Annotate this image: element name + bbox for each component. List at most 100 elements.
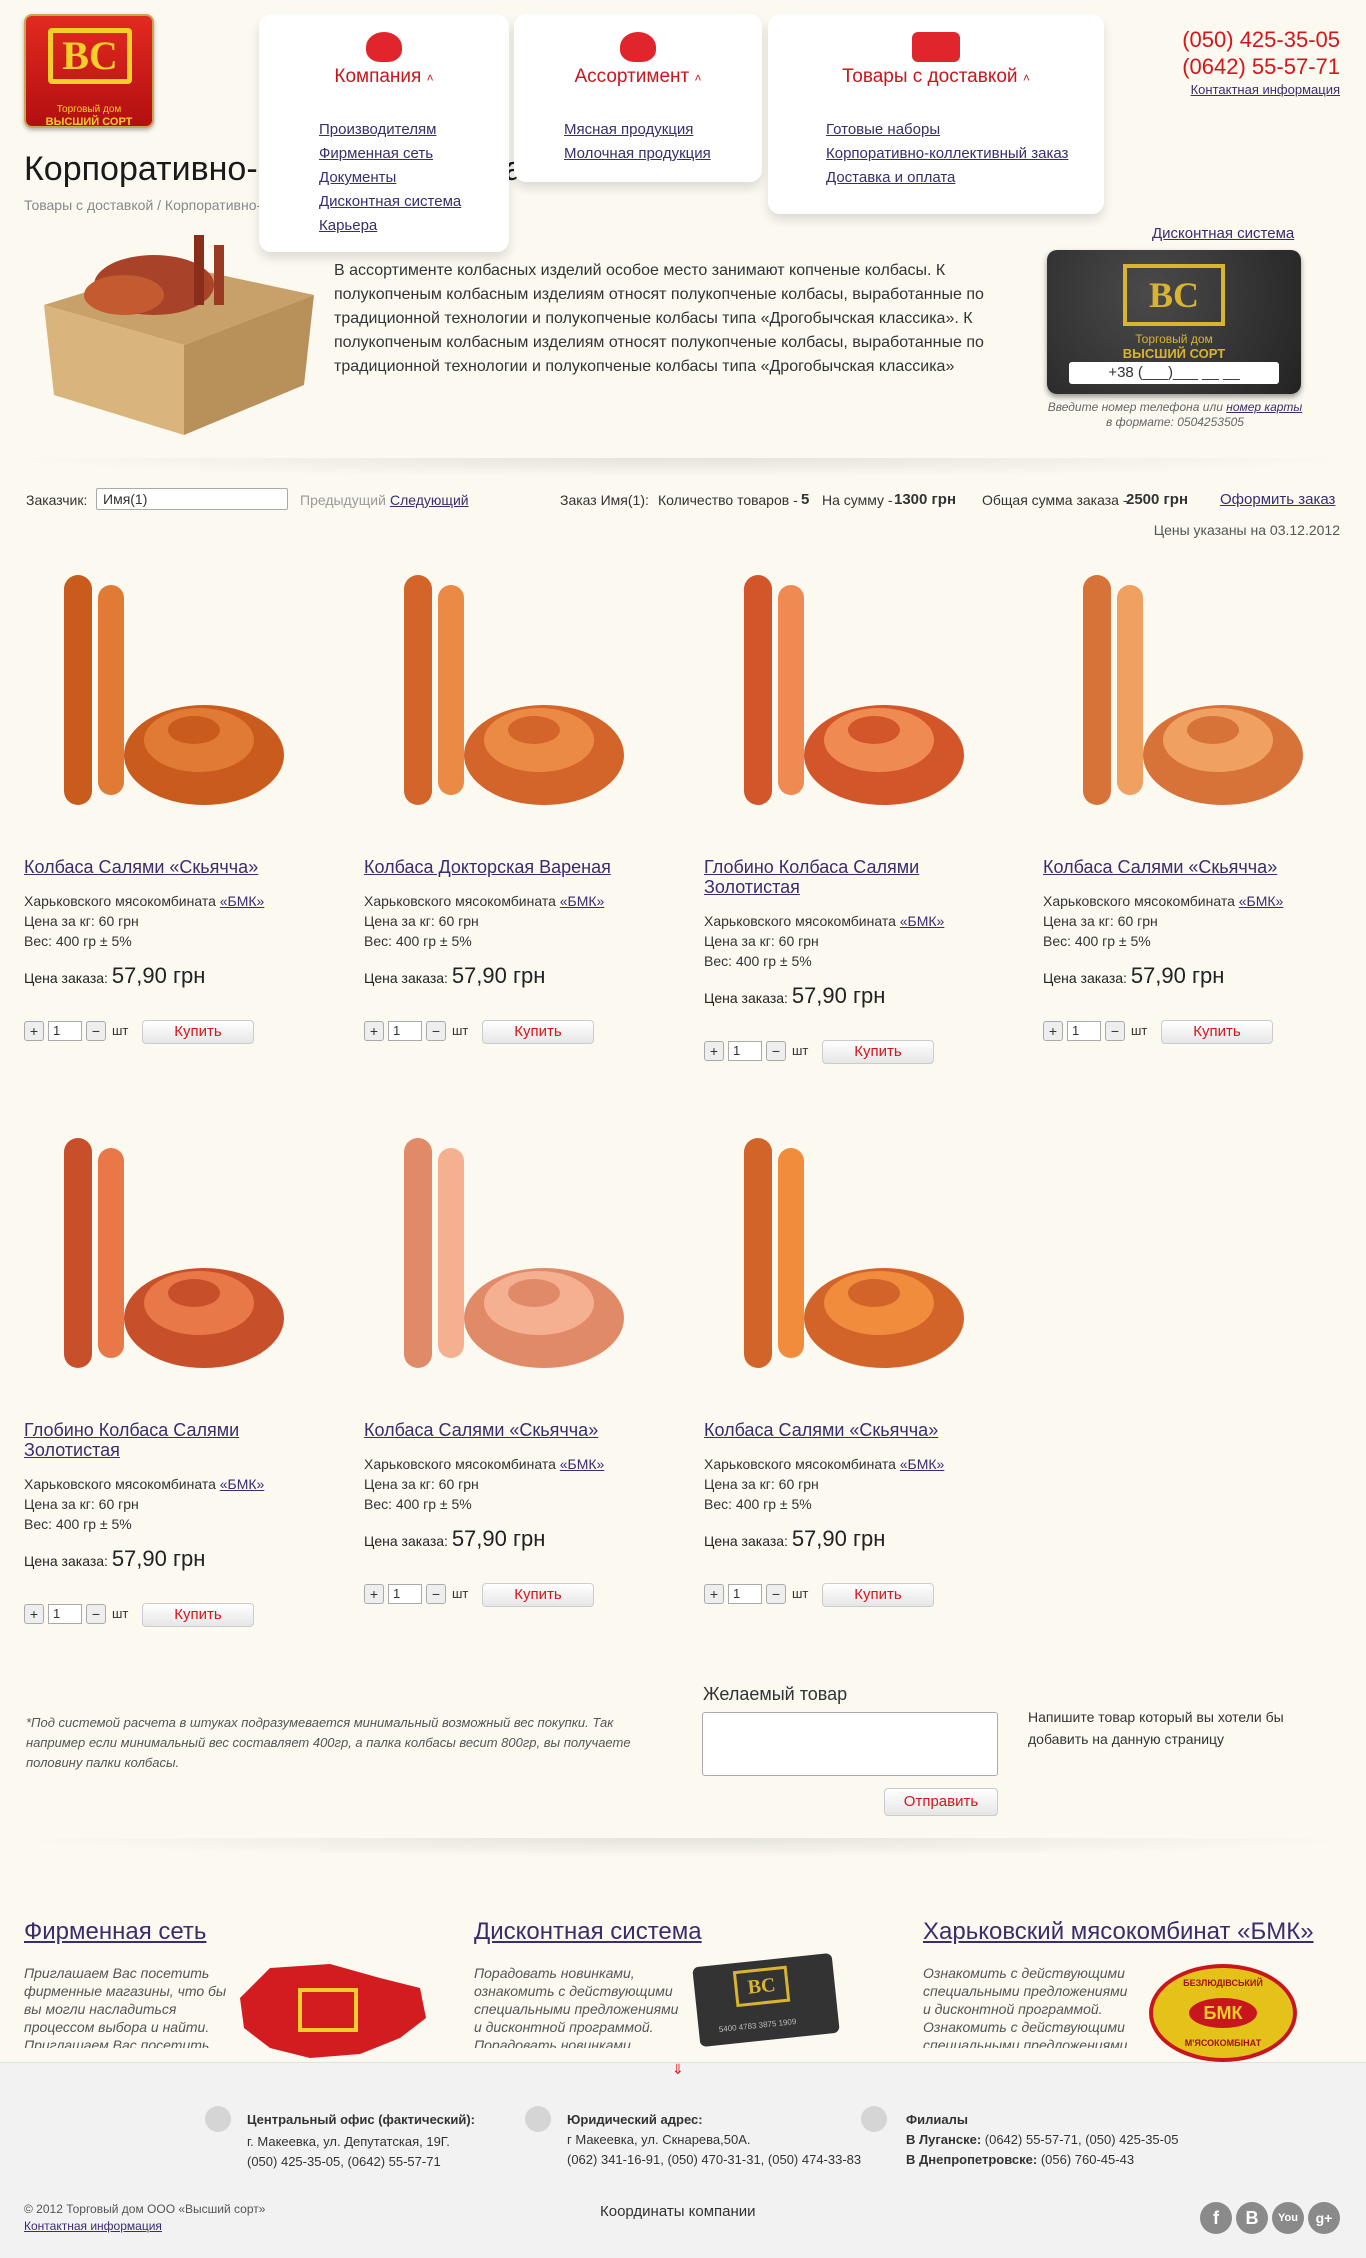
increment-button[interactable]: + (1043, 1021, 1063, 1041)
product-name[interactable]: Колбаса Салями «Скьяччa» (704, 1420, 1004, 1440)
wish-textarea[interactable] (702, 1712, 998, 1776)
bmk-seal-image: БЕЗЛЮДІВСЬКИЙ БМК М'ЯСОКОМБІНАТ (1149, 1964, 1297, 2062)
increment-button[interactable]: + (24, 1604, 44, 1624)
facebook-icon[interactable]: f (1200, 2202, 1232, 2234)
promo-bmk-title[interactable]: Харьковский мясокомбинат «БМК» (923, 1918, 1314, 1945)
nav-item-producers[interactable]: Производителям (319, 121, 436, 138)
nav-delivery[interactable]: Товары с доставкой ˄ Готовые наборы Корп… (768, 14, 1104, 214)
quantity-input[interactable]: 1 (388, 1584, 422, 1604)
product-name[interactable]: Колбаса Салями «Скьяччa» (364, 1420, 664, 1440)
nav-item-career[interactable]: Карьера (319, 217, 377, 234)
order-name: Заказ Имя(1): (560, 492, 649, 508)
footer-contact-link[interactable]: Контактная информация (24, 2219, 162, 2233)
nav-company-title[interactable]: Компания ˄ (259, 66, 509, 88)
product-order-price: Цена заказа: 57,90 грн (364, 963, 546, 988)
increment-button[interactable]: + (24, 1021, 44, 1041)
expand-chevron-icon[interactable]: ⇓ (672, 2061, 684, 2078)
nav-assortment-title[interactable]: Ассортимент ˄ (514, 66, 762, 88)
nav-item-dairy[interactable]: Молочная продукция (564, 145, 711, 162)
brand-link[interactable]: «БМК» (220, 893, 265, 909)
phone-input[interactable]: +38 (___)___ __ __ (1069, 362, 1279, 384)
decrement-button[interactable]: − (86, 1021, 106, 1041)
product-price-kg: Цена за кг: 60 грн (24, 1496, 139, 1512)
buy-button[interactable]: Купить (142, 1603, 254, 1627)
buy-button[interactable]: Купить (822, 1583, 934, 1607)
customer-input[interactable]: Имя(1) (96, 488, 288, 510)
youtube-icon[interactable]: You (1272, 2202, 1304, 2234)
brand-link[interactable]: «БМК» (900, 1456, 945, 1472)
vkontakte-icon[interactable]: B (1236, 2202, 1268, 2234)
customer-label: Заказчик: (26, 492, 88, 508)
nav-item-network[interactable]: Фирменная сеть (319, 145, 433, 162)
unit-label: шт (792, 1586, 809, 1601)
brand-link[interactable]: «БМК» (1239, 893, 1284, 909)
buy-button[interactable]: Купить (142, 1020, 254, 1044)
brand-link[interactable]: «БМК» (560, 893, 605, 909)
product-weight: Вес: 400 гр ± 5% (24, 1516, 132, 1532)
promo-network-title[interactable]: Фирменная сеть (24, 1918, 206, 1945)
promo-discount-title[interactable]: Дисконтная система (474, 1918, 702, 1945)
nav-item-sets[interactable]: Готовые наборы (826, 121, 940, 138)
ukraine-map-image (240, 1964, 426, 2058)
decrement-button[interactable]: − (426, 1021, 446, 1041)
buy-button[interactable]: Купить (482, 1583, 594, 1607)
increment-button[interactable]: + (704, 1584, 724, 1604)
site-logo[interactable]: ВС Торговый дом ВЫСШИЙ СОРТ (24, 14, 154, 128)
product-image (64, 575, 284, 805)
product-name[interactable]: Колбаса Докторская Вареная (364, 857, 664, 877)
nav-item-meat[interactable]: Мясная продукция (564, 121, 693, 138)
next-link[interactable]: Следующий (390, 492, 469, 508)
decrement-button[interactable]: − (86, 1604, 106, 1624)
product-name[interactable]: Колбаса Салями «Скьяччa» (24, 857, 324, 877)
company-coords-link[interactable]: Координаты компании (600, 2203, 756, 2220)
product-weight: Вес: 400 гр ± 5% (704, 953, 812, 969)
card-logo-mark: ВС (1123, 264, 1225, 326)
quantity-control: +1− шт Купить (704, 1583, 944, 1607)
nav-item-corporate[interactable]: Корпоративно-коллективный заказ (826, 145, 1068, 162)
product-name[interactable]: Глобино Колбаса Салями Золотистая (704, 857, 1004, 897)
quantity-input[interactable]: 1 (48, 1021, 82, 1041)
nav-item-discount[interactable]: Дисконтная система (319, 193, 461, 210)
decrement-button[interactable]: − (426, 1584, 446, 1604)
buy-button[interactable]: Купить (482, 1020, 594, 1044)
wish-hint: Напишите товар который вы хотели бы доба… (1028, 1709, 1284, 1747)
card-number-link[interactable]: номер карты (1226, 400, 1302, 414)
prev-link[interactable]: Предыдущий (300, 492, 386, 508)
nav-assortment[interactable]: Ассортимент ˄ Мясная продукция Молочная … (514, 14, 762, 182)
quantity-input[interactable]: 1 (388, 1021, 422, 1041)
total-value: 2500 грн (1126, 491, 1189, 508)
buy-button[interactable]: Купить (1161, 1020, 1273, 1044)
header-phones: (050) 425-35-05 (0642) 55-57-71 Контактн… (1182, 26, 1340, 100)
nav-company[interactable]: Компания ˄ Производителям Фирменная сеть… (259, 14, 509, 252)
quantity-control: +1− шт Купить (1043, 1020, 1283, 1044)
decrement-button[interactable]: − (766, 1041, 786, 1061)
brand-link[interactable]: «БМК» (900, 913, 945, 929)
quantity-input[interactable]: 1 (728, 1584, 762, 1604)
brand-link[interactable]: «БМК» (220, 1476, 265, 1492)
quantity-input[interactable]: 1 (728, 1041, 762, 1061)
count-label: Количество товаров - (658, 492, 798, 508)
product-name[interactable]: Глобино Колбаса Салями Золотистая (24, 1420, 324, 1460)
quantity-input[interactable]: 1 (48, 1604, 82, 1624)
product-image (744, 575, 964, 805)
product-name[interactable]: Колбаса Салями «Скьяччa» (1043, 857, 1343, 877)
nav-delivery-title[interactable]: Товары с доставкой ˄ (768, 66, 1104, 88)
decrement-button[interactable]: − (1105, 1021, 1125, 1041)
send-button[interactable]: Отправить (884, 1788, 998, 1816)
increment-button[interactable]: + (364, 1021, 384, 1041)
decrement-button[interactable]: − (766, 1584, 786, 1604)
brand-link[interactable]: «БМК» (560, 1456, 605, 1472)
google-plus-icon[interactable]: g+ (1308, 2202, 1340, 2234)
discount-system-link[interactable]: Дисконтная система (1152, 225, 1294, 242)
quantity-input[interactable]: 1 (1067, 1021, 1101, 1041)
increment-button[interactable]: + (704, 1041, 724, 1061)
steak-icon (620, 32, 656, 62)
buy-button[interactable]: Купить (822, 1040, 934, 1064)
increment-button[interactable]: + (364, 1584, 384, 1604)
contact-info-link[interactable]: Контактная информация (1191, 82, 1340, 97)
nav-item-documents[interactable]: Документы (319, 169, 396, 186)
quantity-control: +1− шт Купить (704, 1040, 944, 1064)
product-origin: Харьковского мясокомбината «БМК» (1043, 893, 1284, 909)
nav-item-shipping[interactable]: Доставка и оплата (826, 169, 955, 186)
checkout-link[interactable]: Оформить заказ (1220, 491, 1335, 508)
